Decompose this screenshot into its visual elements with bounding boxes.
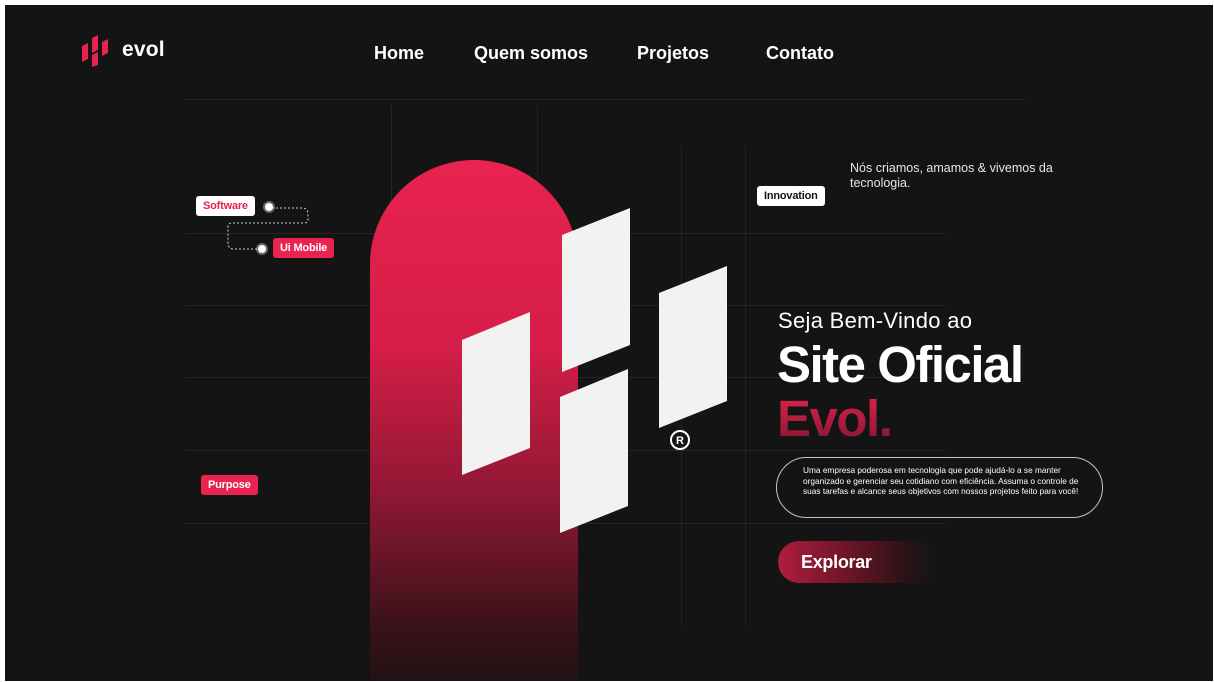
connector-dot	[265, 203, 273, 211]
grid-line	[185, 99, 1025, 100]
tag-innovation: Innovation	[757, 186, 825, 206]
tag-purpose: Purpose	[201, 475, 258, 495]
hero-page: evol Home Quem somos Projetos Contato So…	[5, 5, 1213, 681]
explore-button[interactable]: Explorar	[778, 541, 938, 583]
tag-software: Software	[196, 196, 255, 216]
nav-item-contato[interactable]: Contato	[766, 43, 834, 64]
hero-description: Uma empresa poderosa em tecnologia que p…	[776, 457, 1103, 518]
main-nav: Home Quem somos Projetos Contato	[5, 43, 1213, 67]
hero-brand-title: Evol.	[777, 390, 893, 447]
grid-line	[745, 145, 746, 625]
tag-ui-mobile: Ui Mobile	[273, 238, 335, 258]
evol-hero-logo-icon	[462, 208, 727, 533]
nav-item-quem-somos[interactable]: Quem somos	[474, 43, 588, 64]
nav-item-projetos[interactable]: Projetos	[637, 43, 709, 64]
svg-text:R: R	[676, 435, 684, 447]
registered-icon: R	[670, 430, 690, 450]
connector-dot	[258, 245, 266, 253]
hero-title: Site Oficial	[777, 336, 1024, 393]
hero-tagline: Nós criamos, amamos & vivemos da tecnolo…	[850, 161, 1053, 190]
nav-item-home[interactable]: Home	[374, 43, 424, 64]
welcome-text: Seja Bem-Vindo ao	[778, 308, 973, 333]
